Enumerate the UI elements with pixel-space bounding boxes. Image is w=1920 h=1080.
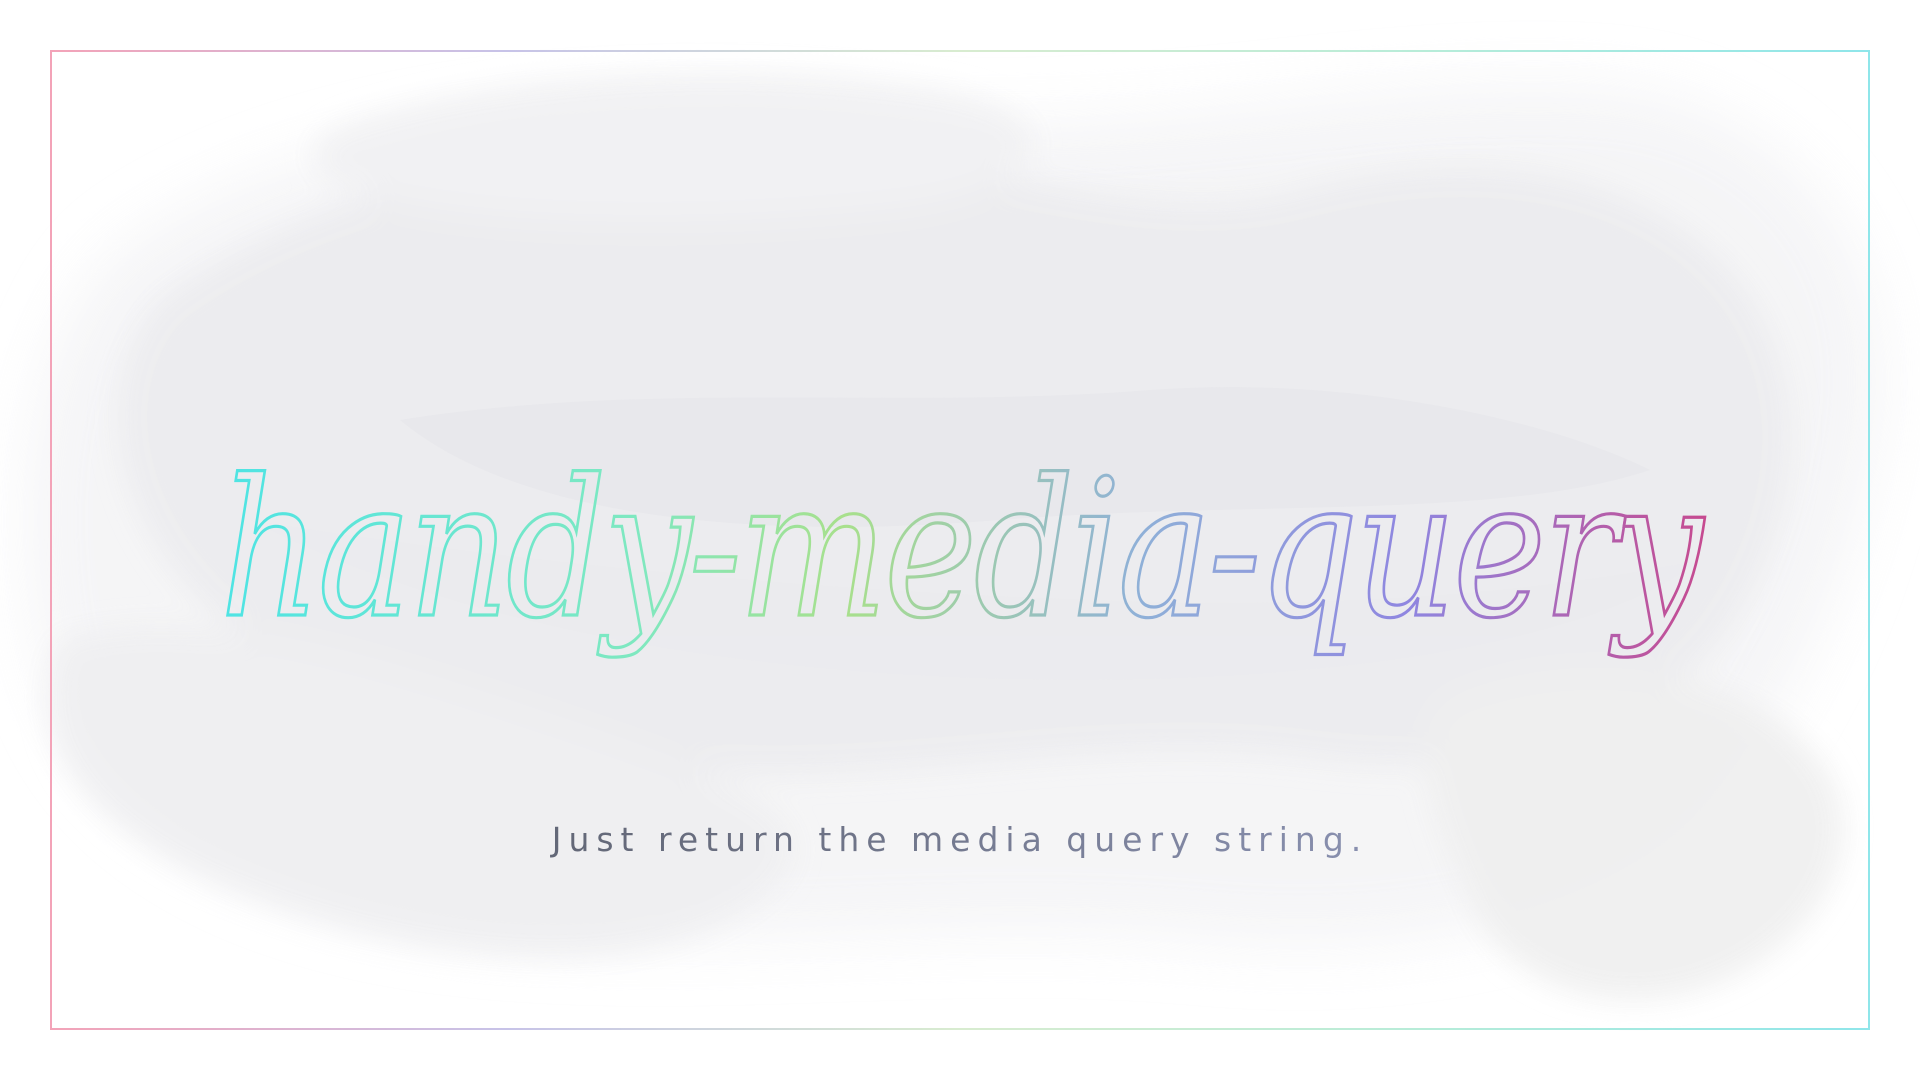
script-logo: handy-media-query — [218, 437, 1711, 661]
tagline-text: Just return the media query string. — [551, 820, 1369, 859]
logo-text: handy-media-query — [220, 439, 1705, 660]
hero-banner: handy-media-query Just return the media … — [0, 0, 1920, 1080]
tagline: Just return the media query string. — [0, 820, 1920, 859]
